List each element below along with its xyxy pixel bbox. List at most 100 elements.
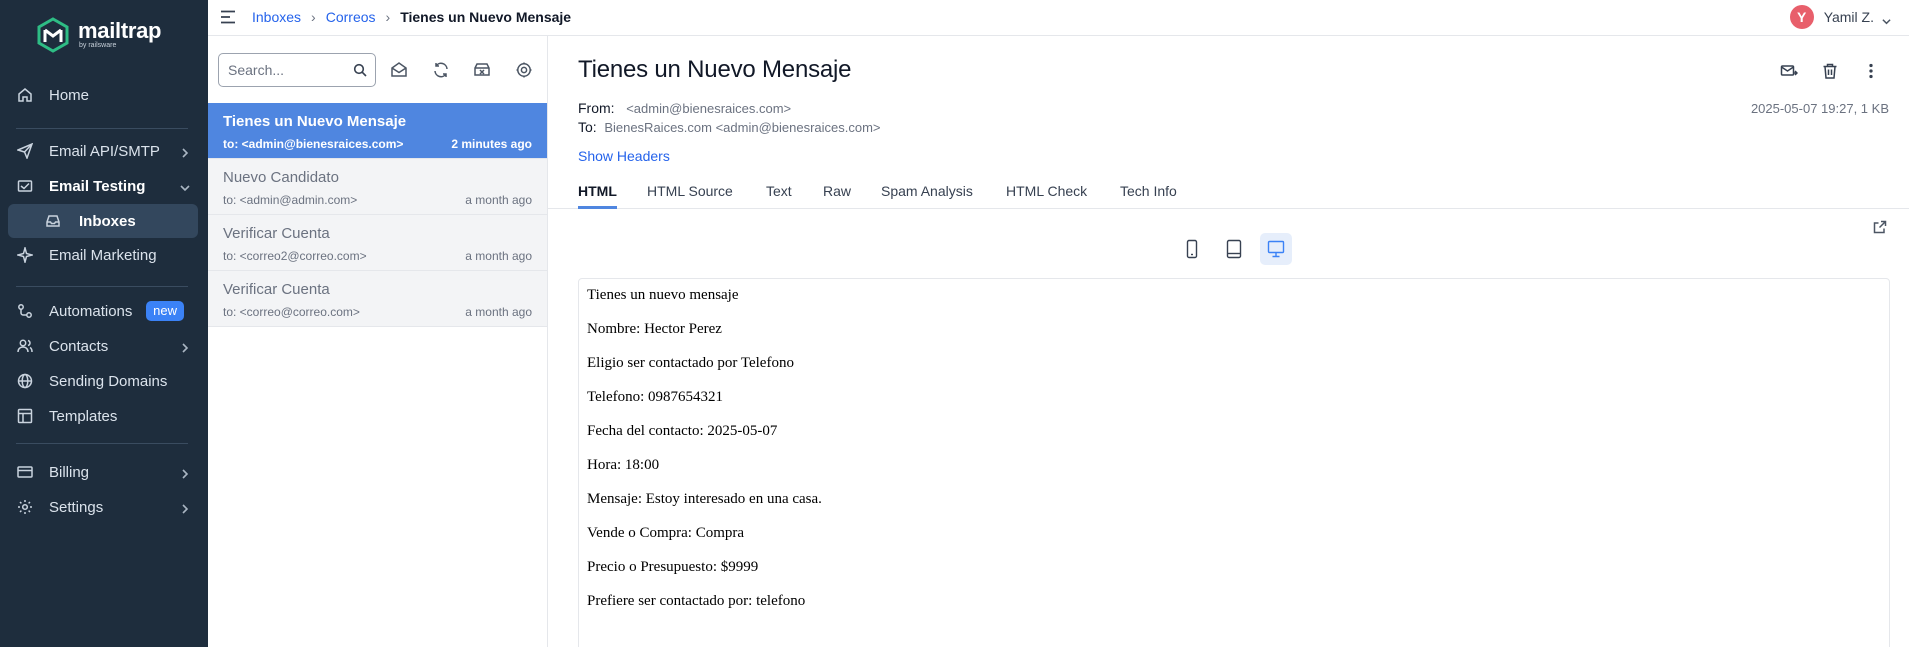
testing-icon (17, 178, 33, 194)
from-label: From: (578, 100, 615, 116)
device-switcher (1176, 233, 1302, 265)
desktop-view-button[interactable] (1260, 233, 1292, 265)
sidebar-item-label: Home (49, 86, 90, 104)
sidebar-item-automations[interactable]: Automations new (8, 294, 198, 328)
clear-inbox-button[interactable] (469, 57, 495, 83)
message-time: a month ago (465, 305, 532, 319)
sidebar-item-label: Sending Domains (49, 372, 168, 390)
mobile-icon (1186, 239, 1198, 259)
mark-all-read-button[interactable] (386, 57, 412, 83)
message-actions (1762, 60, 1885, 82)
sidebar-item-inboxes[interactable]: Inboxes (8, 204, 198, 238)
new-badge: new (146, 301, 184, 321)
from-value: <admin@bienesraices.com> (626, 101, 792, 116)
message-subject: Tienes un Nuevo Mensaje (223, 113, 407, 130)
forward-button[interactable] (1775, 60, 1803, 82)
envelope-open-icon (391, 62, 407, 77)
message-detail: Tienes un Nuevo Mensaje From: <admin@bie… (548, 36, 1909, 647)
tab-spam-analysis[interactable]: Spam Analysis (881, 171, 973, 209)
more-options-button[interactable] (1857, 60, 1885, 82)
from-row: From: <admin@bienesraices.com> (578, 100, 791, 116)
trash-icon (1823, 63, 1837, 79)
sidebar-divider (16, 286, 188, 287)
breadcrumb-correos-link[interactable]: Correos (326, 9, 376, 25)
list-item[interactable]: Verificar Cuenta to: <correo@correo.com>… (208, 271, 547, 327)
message-tabs: HTML HTML Source Text Raw Spam Analysis … (548, 171, 1909, 209)
chevron-right-icon (180, 145, 190, 158)
sidebar: mailtrap by railsware Home Email API/SMT… (0, 0, 208, 647)
body-line: Tienes un nuevo mensaje (587, 287, 739, 303)
show-headers-link[interactable]: Show Headers (578, 148, 670, 164)
message-list-panel: Tienes un Nuevo Mensaje to: <admin@biene… (208, 36, 548, 647)
tab-html[interactable]: HTML (578, 171, 617, 209)
sidebar-item-templates[interactable]: Templates (8, 399, 198, 433)
automation-icon (17, 303, 33, 319)
inbox-settings-button[interactable] (511, 57, 537, 83)
sidebar-item-settings[interactable]: Settings (8, 490, 198, 524)
body-line: Vende o Compra: Compra (587, 525, 745, 541)
breadcrumb-separator: › (311, 9, 316, 25)
list-item[interactable]: Tienes un Nuevo Mensaje to: <admin@biene… (208, 103, 547, 159)
tab-html-check[interactable]: HTML Check (1006, 171, 1087, 209)
message-recipient: to: <admin@admin.com> (223, 193, 358, 207)
to-value: BienesRaices.com <admin@bienesraices.com… (604, 120, 881, 135)
list-item[interactable]: Verificar Cuenta to: <correo2@correo.com… (208, 215, 547, 271)
chevron-down-icon (1882, 13, 1891, 24)
hamburger-menu-icon[interactable] (220, 10, 236, 24)
template-icon (17, 408, 33, 424)
mailtrap-logo[interactable]: mailtrap by railsware (36, 15, 161, 55)
sidebar-item-label: Billing (49, 463, 90, 481)
search-input[interactable] (228, 62, 348, 78)
sidebar-divider (16, 443, 188, 444)
logo-wordmark: mailtrap (78, 18, 162, 43)
sidebar-item-label: Email Marketing (49, 246, 157, 264)
sidebar-item-billing[interactable]: Billing (8, 455, 198, 489)
search-icon[interactable] (353, 63, 367, 77)
sidebar-item-email-marketing[interactable]: Email Marketing (8, 238, 198, 272)
body-line: Fecha del contacto: 2025-05-07 (587, 423, 778, 439)
body-line: Eligio ser contactado por Telefono (587, 355, 794, 371)
breadcrumb: Inboxes › Correos › Tienes un Nuevo Mens… (252, 9, 571, 25)
sidebar-item-home[interactable]: Home (8, 78, 198, 112)
sidebar-item-email-api-smtp[interactable]: Email API/SMTP (8, 134, 198, 168)
mailtrap-logo-icon (37, 17, 69, 53)
avatar: Y (1789, 5, 1814, 29)
body-line: Precio o Presupuesto: $9999 (587, 559, 759, 575)
sidebar-item-label: Inboxes (79, 212, 136, 230)
message-recipient: to: <correo@correo.com> (223, 305, 360, 319)
chevron-down-icon (180, 180, 190, 192)
sidebar-item-sending-domains[interactable]: Sending Domains (8, 364, 198, 398)
to-label: To: (578, 119, 597, 135)
sparkle-icon (17, 247, 33, 263)
chevron-right-icon (180, 466, 190, 479)
card-icon (17, 464, 33, 480)
tab-text[interactable]: Text (766, 171, 792, 209)
delete-button[interactable] (1816, 60, 1844, 82)
body-line: Mensaje: Estoy interesado en una casa. (587, 491, 822, 507)
user-menu[interactable]: Y Yamil Z. (1789, 5, 1891, 29)
refresh-icon (434, 62, 448, 78)
breadcrumb-separator: › (385, 9, 391, 25)
tablet-view-button[interactable] (1218, 233, 1250, 265)
body-line: Prefiere ser contactado por: telefono (587, 593, 806, 609)
sidebar-item-email-testing[interactable]: Email Testing (8, 169, 198, 203)
refresh-button[interactable] (428, 57, 454, 83)
tab-html-source[interactable]: HTML Source (647, 171, 733, 209)
breadcrumb-inboxes-link[interactable]: Inboxes (252, 9, 301, 25)
message-subject: Verificar Cuenta (223, 281, 330, 298)
message-subject: Nuevo Candidato (223, 169, 339, 186)
more-vertical-icon (1869, 63, 1873, 79)
list-item[interactable]: Nuevo Candidato to: <admin@admin.com> a … (208, 159, 547, 215)
message-recipient: to: <admin@bienesraices.com> (223, 137, 404, 151)
message-title: Tienes un Nuevo Mensaje (578, 56, 852, 83)
sidebar-item-label: Settings (49, 498, 104, 516)
contacts-icon (17, 338, 33, 354)
open-external-icon[interactable] (1873, 220, 1887, 234)
mobile-view-button[interactable] (1176, 233, 1208, 265)
sidebar-item-contacts[interactable]: Contacts (8, 329, 198, 363)
sidebar-divider (16, 128, 188, 129)
top-bar: Inboxes › Correos › Tienes un Nuevo Mens… (208, 0, 1909, 36)
tab-raw[interactable]: Raw (823, 171, 851, 209)
tab-tech-info[interactable]: Tech Info (1120, 171, 1177, 209)
user-name: Yamil Z. (1823, 9, 1874, 25)
